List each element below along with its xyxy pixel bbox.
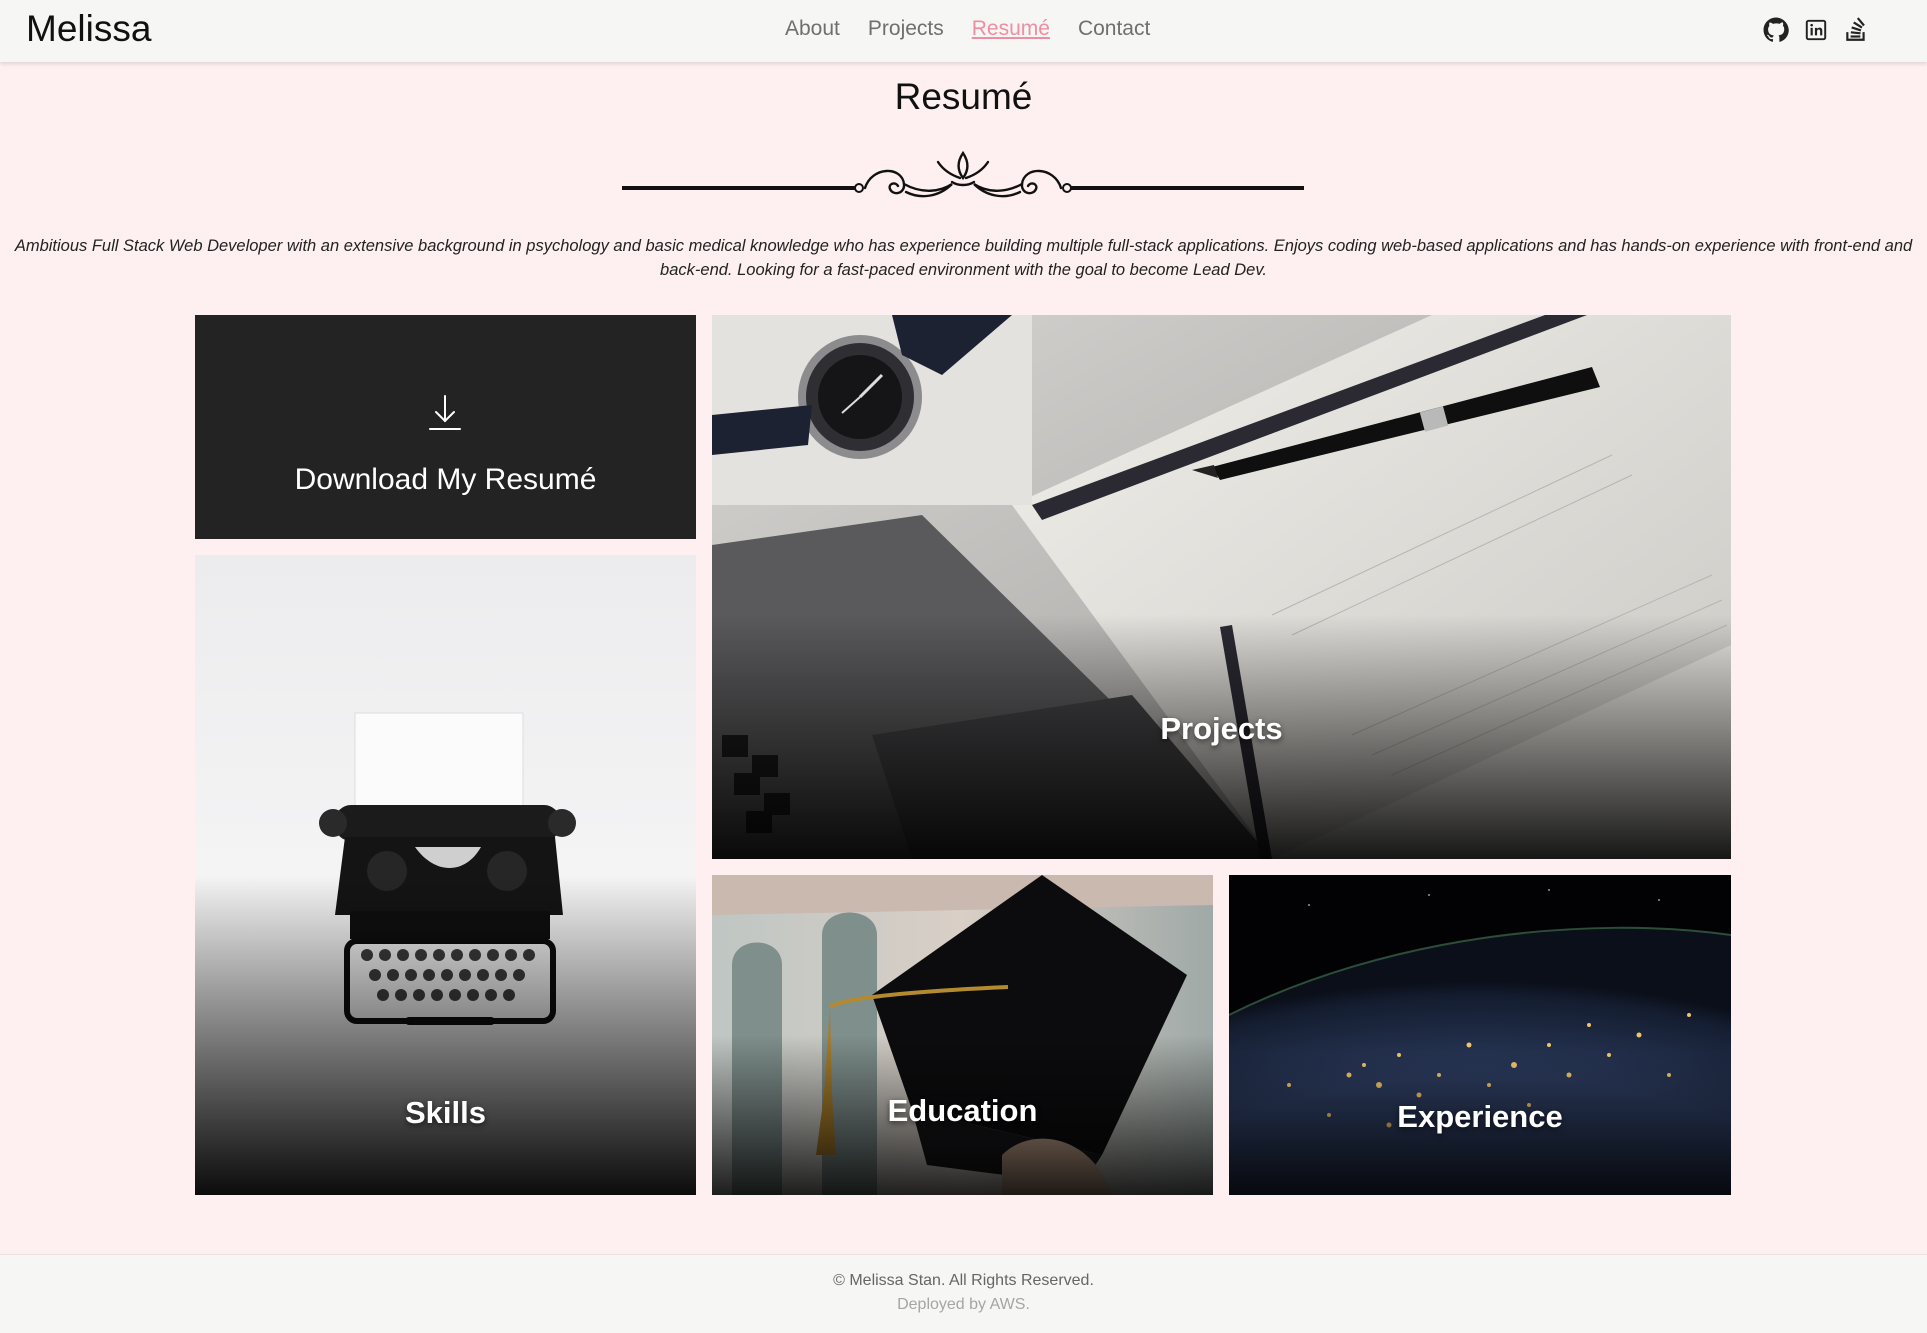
nav-link-projects[interactable]: Projects (868, 17, 944, 41)
page-title: Resumé (894, 76, 1033, 117)
notebook-pen-image (712, 315, 1731, 859)
nav-link-about[interactable]: About (785, 17, 840, 41)
navbar: Melissa About Projects Resumé Contact (0, 0, 1927, 62)
graduation-cap-image (712, 875, 1213, 1195)
education-tile[interactable]: Education (712, 875, 1213, 1195)
nav-menu: About Projects Resumé Contact (785, 17, 1150, 41)
footer: © Melissa Stan. All Rights Reserved. Dep… (0, 1254, 1927, 1333)
experience-tile[interactable]: Experience (1229, 875, 1731, 1195)
brand-logo[interactable]: Melissa (26, 8, 151, 50)
experience-label: Experience (1397, 1099, 1563, 1134)
deployed-by-text: Deployed by AWS. (897, 1296, 1030, 1313)
earth-night-image (1229, 875, 1731, 1195)
resume-summary: Ambitious Full Stack Web Developer with … (14, 237, 1913, 279)
skills-tile[interactable]: Skills (195, 555, 696, 1195)
nav-link-contact[interactable]: Contact (1078, 17, 1150, 41)
download-resume-button[interactable]: Download My Resumé (195, 315, 696, 539)
social-links (1763, 17, 1869, 43)
copyright-text: © Melissa Stan. All Rights Reserved. (833, 1272, 1094, 1289)
projects-tile[interactable]: Projects (712, 315, 1731, 859)
education-label: Education (887, 1093, 1038, 1128)
nav-link-resume[interactable]: Resumé (972, 17, 1050, 41)
download-resume-label: Download My Resumé (294, 463, 597, 496)
projects-label: Projects (1160, 711, 1283, 746)
download-arrow-icon (429, 395, 461, 430)
github-icon[interactable] (1763, 17, 1789, 43)
stack-overflow-icon[interactable] (1843, 17, 1869, 43)
linkedin-icon[interactable] (1803, 17, 1829, 43)
skills-label: Skills (405, 1095, 486, 1130)
ornament-divider (622, 150, 1304, 198)
